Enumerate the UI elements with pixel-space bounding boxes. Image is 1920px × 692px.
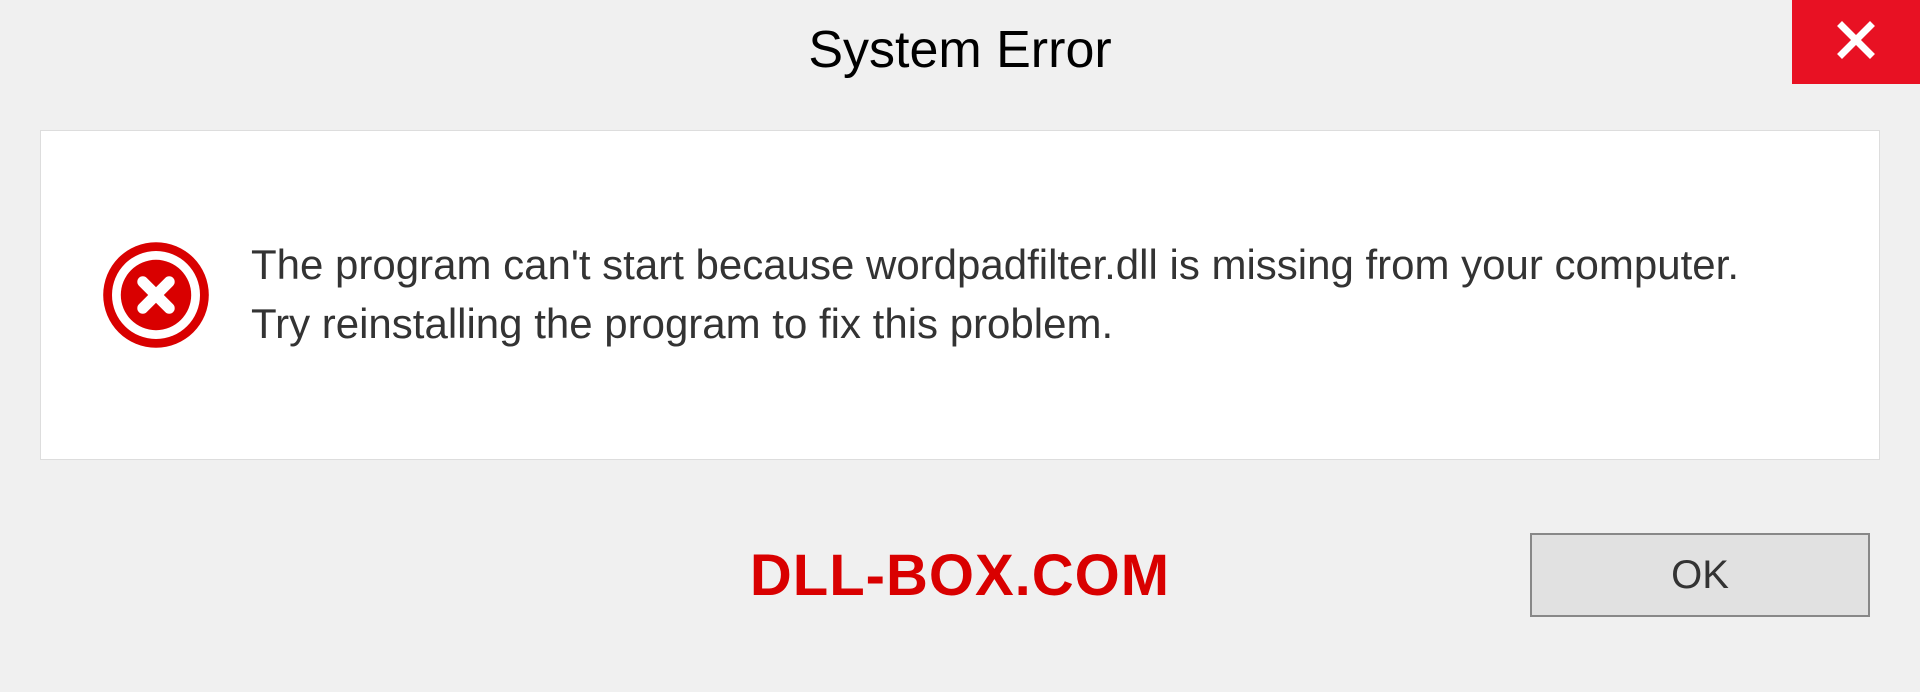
error-message: The program can't start because wordpadf…	[251, 236, 1751, 354]
content-panel: The program can't start because wordpadf…	[40, 130, 1880, 460]
ok-button[interactable]: OK	[1530, 533, 1870, 617]
close-icon	[1832, 16, 1880, 69]
dialog-title: System Error	[808, 20, 1111, 80]
watermark-text: DLL-BOX.COM	[750, 542, 1170, 609]
ok-button-label: OK	[1671, 553, 1729, 598]
close-button[interactable]	[1792, 0, 1920, 84]
button-row: DLL-BOX.COM OK	[0, 460, 1920, 690]
error-icon	[101, 240, 211, 350]
titlebar: System Error	[0, 0, 1920, 100]
error-dialog: System Error The program can't start bec…	[0, 0, 1920, 692]
